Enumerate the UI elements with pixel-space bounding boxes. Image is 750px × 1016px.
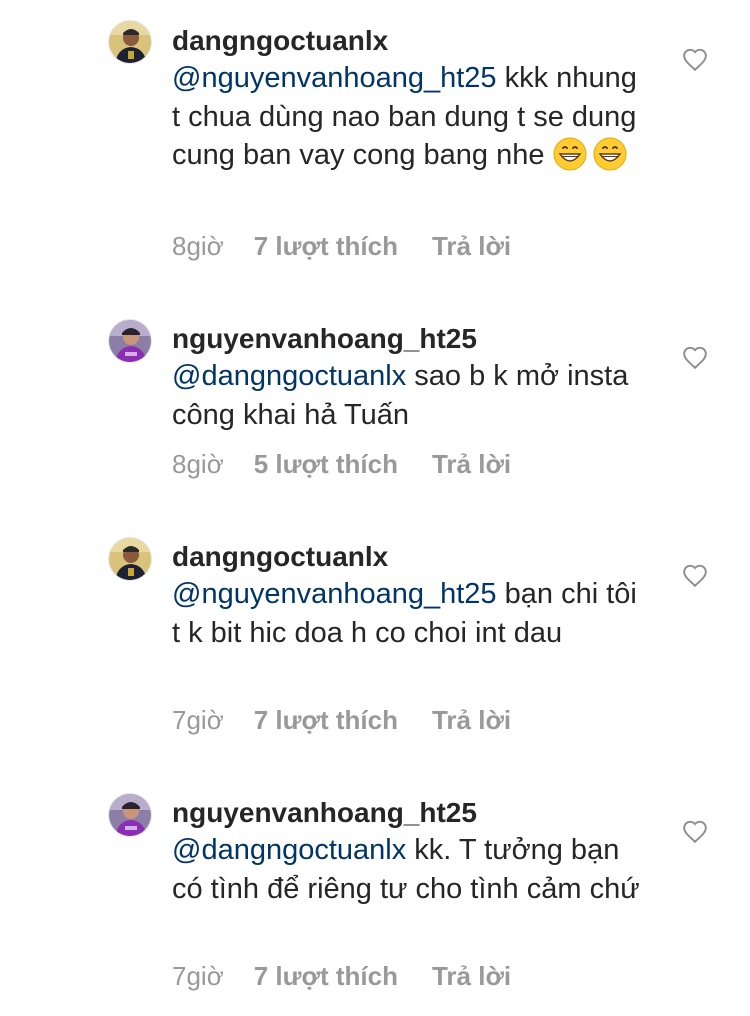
likes-count[interactable]: 7 lượt thích [254,705,398,735]
mention-link[interactable]: @dangngoctuanlx [172,360,406,392]
comment-time: 7giờ [172,961,224,991]
grinning-face-emoji-icon [553,137,587,171]
comment-text: @dangngoctuanlx kk. T tưởng bạn có tình … [172,831,642,908]
reply-button[interactable]: Trả lời [432,705,511,735]
comment-username[interactable]: dangngoctuanlx [172,540,388,574]
mention-link[interactable]: @dangngoctuanlx [172,834,406,866]
mention-link[interactable]: @nguyenvanhoang_ht25 [172,578,497,610]
comment-meta: 7giờ 7 lượt thích Trả lời [172,960,511,992]
avatar-purple-jersey-icon [109,794,151,836]
comment-meta: 8giờ 5 lượt thích Trả lời [172,448,511,480]
reply-button[interactable]: Trả lời [432,231,511,261]
comment-item: nguyenvanhoang_ht25 @dangngoctuanlx kk. … [0,776,750,1016]
likes-count[interactable]: 5 lượt thích [254,449,398,479]
comment-meta: 7giờ 7 lượt thích Trả lời [172,704,511,736]
likes-count[interactable]: 7 lượt thích [254,961,398,991]
avatar[interactable] [108,20,152,64]
comment-item: nguyenvanhoang_ht25 @dangngoctuanlx sao … [0,300,750,500]
comment-text: @nguyenvanhoang_ht25 bạn chi tôi t k bit… [172,575,642,652]
avatar-purple-jersey-icon [109,320,151,362]
comment-text: @nguyenvanhoang_ht25 kkk nhung t chua dù… [172,59,642,175]
comment-item: dangngoctuanlx @nguyenvanhoang_ht25 bạn … [0,520,750,760]
avatar[interactable] [108,319,152,363]
comment-time: 7giờ [172,705,224,735]
comment-username[interactable]: dangngoctuanlx [172,24,388,58]
like-heart-icon[interactable] [682,47,708,73]
comment-meta: 8giờ 7 lượt thích Trả lời [172,230,511,262]
avatar-dark-jersey-icon [109,538,151,580]
like-heart-icon[interactable] [682,819,708,845]
like-heart-icon[interactable] [682,563,708,589]
comment-time: 8giờ [172,449,224,479]
comment-item: dangngoctuanlx @nguyenvanhoang_ht25 kkk … [0,0,750,290]
grinning-face-emoji-icon [593,137,627,171]
comment-text: @dangngoctuanlx sao b k mở insta công kh… [172,357,642,434]
reply-button[interactable]: Trả lời [432,961,511,991]
avatar-dark-jersey-icon [109,21,151,63]
mention-link[interactable]: @nguyenvanhoang_ht25 [172,62,497,94]
like-heart-icon[interactable] [682,345,708,371]
avatar[interactable] [108,537,152,581]
reply-button[interactable]: Trả lời [432,449,511,479]
comment-time: 8giờ [172,231,224,261]
likes-count[interactable]: 7 lượt thích [254,231,398,261]
comment-username[interactable]: nguyenvanhoang_ht25 [172,322,477,356]
avatar[interactable] [108,793,152,837]
comment-username[interactable]: nguyenvanhoang_ht25 [172,796,477,830]
